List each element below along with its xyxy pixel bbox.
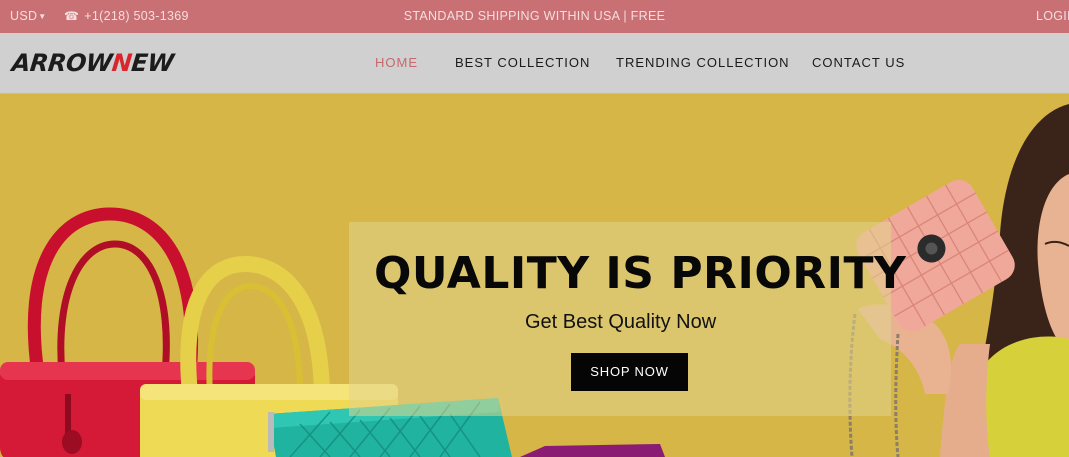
logo-text-part1: ARROW [10, 49, 114, 77]
hero-headline: QUALITY IS PRIORITY [374, 248, 907, 299]
logo-text-part2: EW [130, 49, 175, 77]
nav-item-home[interactable]: HOME [375, 55, 418, 70]
hero-banner: QUALITY IS PRIORITY Get Best Quality Now… [0, 94, 1069, 457]
nav-item-trending-collection[interactable]: TRENDING COLLECTION [616, 55, 790, 70]
shipping-notice: STANDARD SHIPPING WITHIN USA | FREE [403, 9, 666, 23]
hero-subheadline: Get Best Quality Now [525, 311, 717, 333]
nav-item-best-collection[interactable]: BEST COLLECTION [455, 55, 590, 70]
login-link[interactable]: LOGIN [1036, 9, 1069, 23]
top-bar: USD▼ ☎ +1(218) 503-1369 STANDARD SHIPPING… [0, 0, 1069, 33]
nav-item-contact-us[interactable]: CONTACT US [812, 55, 905, 70]
shop-now-button[interactable]: SHOP NOW [571, 353, 688, 391]
main-navigation: ARROWNEW HOME BEST COLLECTION TRENDING C… [0, 33, 1069, 94]
purple-bag-image [520, 444, 665, 457]
brand-logo[interactable]: ARROWNEW [11, 49, 175, 77]
